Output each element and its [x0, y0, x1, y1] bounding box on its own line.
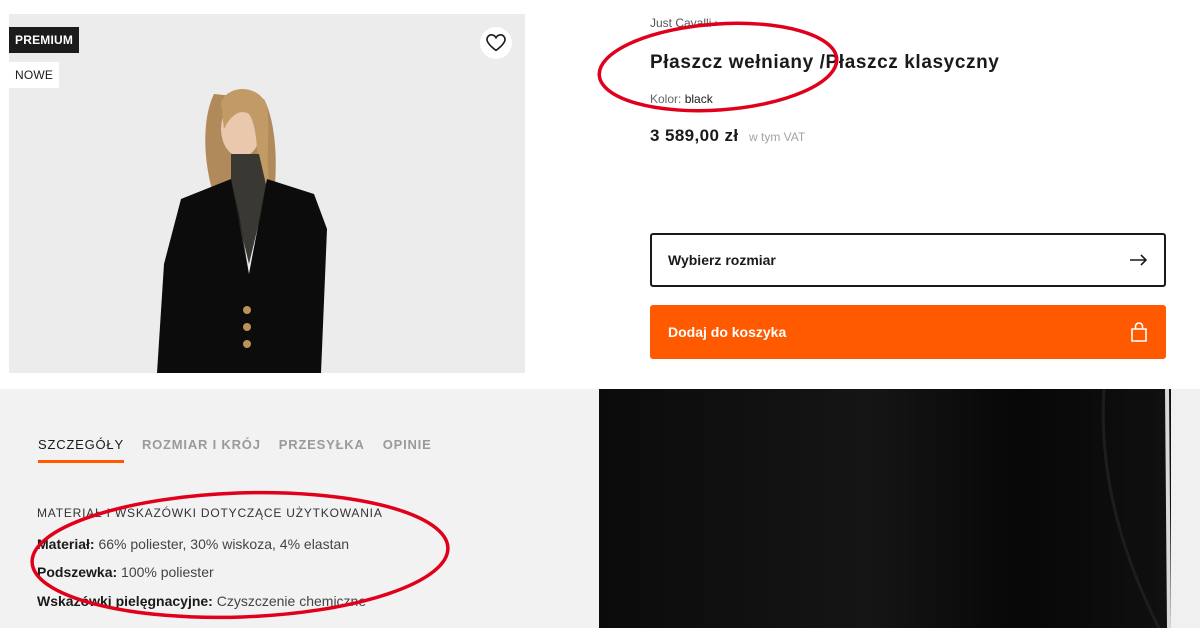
product-info: Just Cavalli › Płaszcz wełniany /Płaszcz…	[650, 14, 1170, 145]
spec-row: Podszewka: 100% poliester	[37, 564, 214, 580]
spec-value: 100% poliester	[121, 564, 214, 580]
fabric-closeup-image[interactable]	[599, 389, 1200, 628]
spec-label: Wskazówki pielęgnacyjne:	[37, 593, 213, 609]
model-photo	[9, 14, 525, 373]
brand-link[interactable]: Just Cavalli ›	[650, 14, 1170, 32]
heart-outline-icon	[486, 34, 506, 52]
chevron-right-icon: ›	[714, 16, 719, 30]
section-title: MATERIAŁ I WSKAZÓWKI DOTYCZĄCE UŻYTKOWAN…	[37, 506, 383, 520]
premium-badge: PREMIUM	[9, 27, 80, 53]
new-badge: NOWE	[9, 62, 60, 88]
spec-row: Materiał: 66% poliester, 30% wiskoza, 4%…	[37, 536, 349, 552]
spec-row: Wskazówki pielęgnacyjne: Czyszczenie che…	[37, 593, 366, 609]
spec-label: Podszewka:	[37, 564, 118, 580]
shopping-bag-icon	[1131, 322, 1147, 342]
tab-reviews[interactable]: OPINIE	[383, 437, 432, 463]
product-price: 3 589,00 zł	[650, 126, 739, 145]
details-panel: SZCZEGÓŁY ROZMIAR I KRÓJ PRZESYŁKA OPINI…	[0, 389, 600, 628]
tab-shipping[interactable]: PRZESYŁKA	[279, 437, 365, 463]
fabric-texture	[599, 389, 1200, 628]
add-to-cart-label: Dodaj do koszyka	[668, 324, 787, 340]
wishlist-button[interactable]	[480, 27, 512, 59]
select-size-button[interactable]: Wybierz rozmiar	[650, 233, 1166, 287]
select-size-label: Wybierz rozmiar	[668, 252, 776, 268]
price-row: 3 589,00 zł w tym VAT	[650, 126, 805, 146]
color-label: Kolor:	[650, 92, 682, 106]
color-value: black	[684, 92, 713, 106]
vat-note: w tym VAT	[748, 130, 806, 144]
spec-value: 66% poliester, 30% wiskoza, 4% elastan	[98, 536, 350, 552]
product-page: PREMIUM NOWE Just Cavalli › Płaszcz wełn…	[0, 0, 1200, 628]
brand-name: Just Cavalli	[650, 16, 712, 30]
add-to-cart-button[interactable]: Dodaj do koszyka	[650, 305, 1166, 359]
product-image[interactable]: PREMIUM NOWE	[9, 14, 525, 373]
color-info: Kolor: black	[650, 92, 713, 106]
tab-details[interactable]: SZCZEGÓŁY	[38, 437, 124, 463]
spec-value: Czyszczenie chemiczne	[216, 593, 367, 609]
tab-size-fit[interactable]: ROZMIAR I KRÓJ	[142, 437, 261, 463]
arrow-right-icon	[1130, 254, 1148, 266]
product-title: Płaszcz wełniany /Płaszcz klasyczny	[650, 52, 1000, 73]
details-tabs: SZCZEGÓŁY ROZMIAR I KRÓJ PRZESYŁKA OPINI…	[38, 437, 432, 463]
spec-label: Materiał:	[37, 536, 95, 552]
